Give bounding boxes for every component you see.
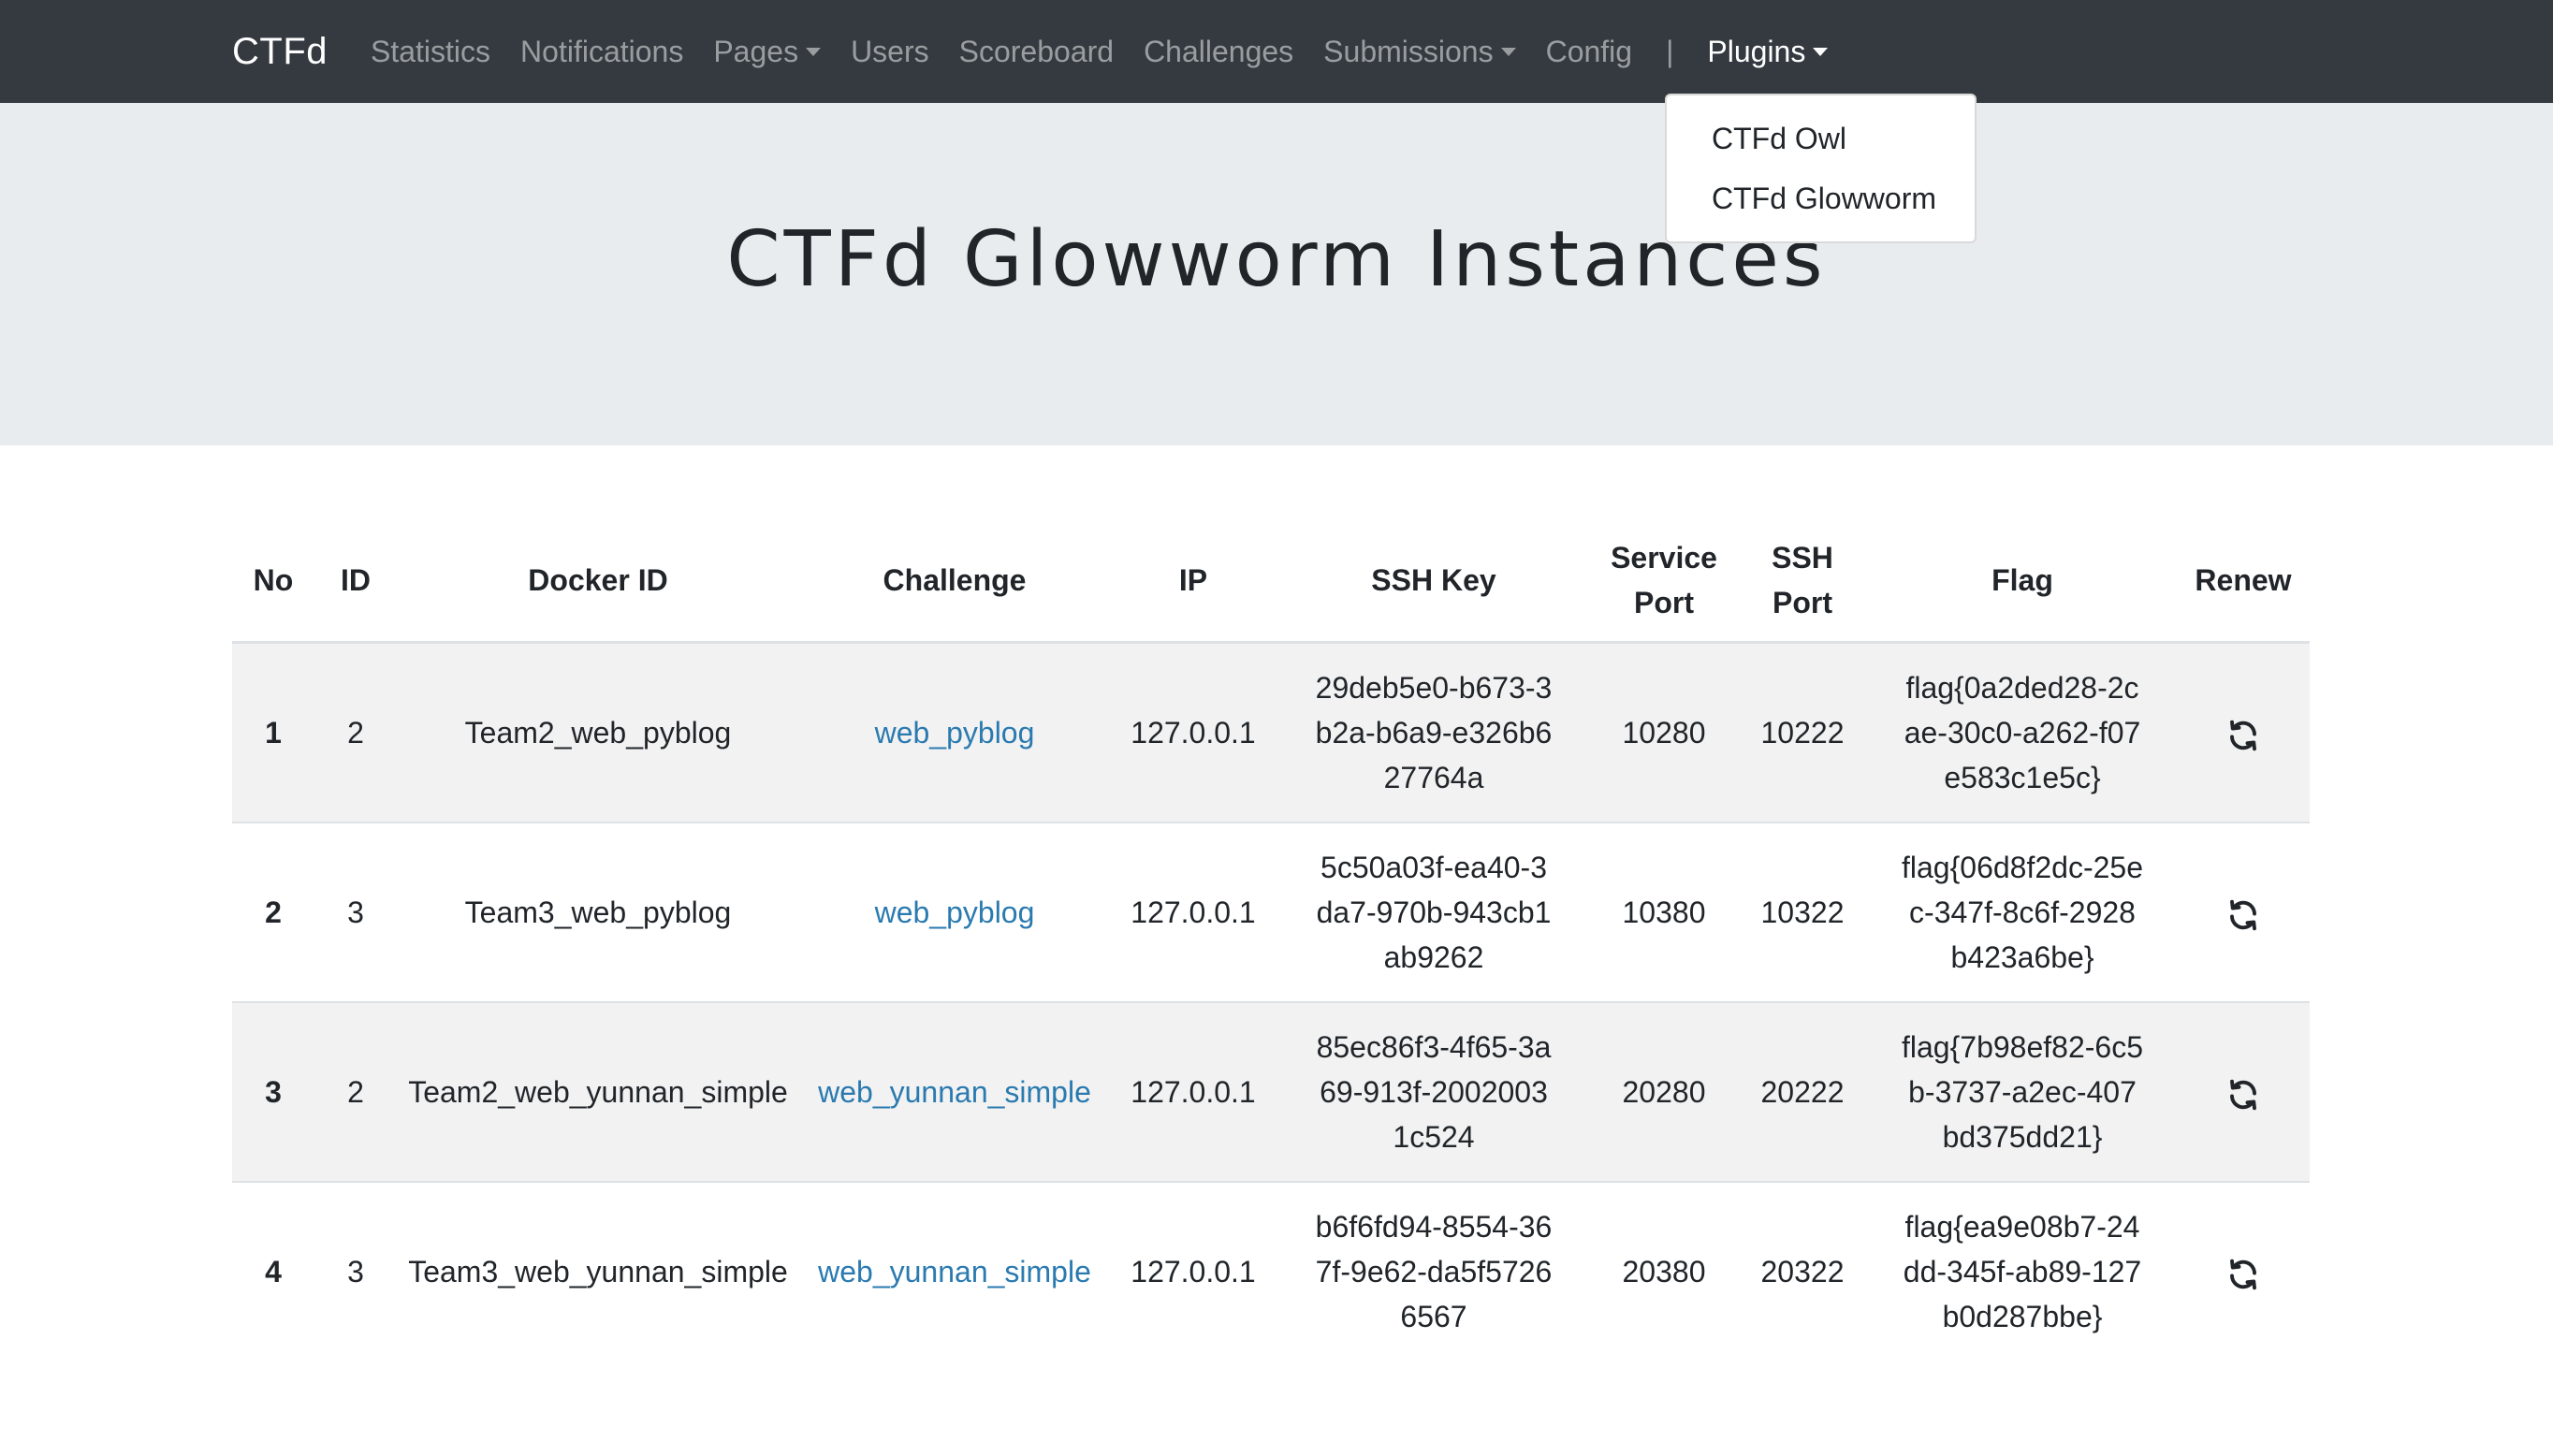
- cell-flag: flag{0a2ded28-2cae-30c0-a262-f07e583c1e5…: [1868, 641, 2177, 823]
- cell-docker-id: Team3_web_yunnan_simple: [397, 1181, 799, 1361]
- nav-label: Users: [851, 34, 929, 68]
- cell-id: 3: [314, 1181, 397, 1361]
- cell-ssh-port: 20322: [1737, 1181, 1868, 1361]
- cell-flag: flag{06d8f2dc-25ec-347f-8c6f-2928b423a6b…: [1868, 822, 2177, 1002]
- cell-docker-id: Team3_web_pyblog: [397, 822, 799, 1002]
- cell-ssh-key: b6f6fd94-8554-367f-9e62-da5f57266567: [1276, 1181, 1591, 1361]
- cell-ip: 127.0.0.1: [1110, 641, 1276, 823]
- nav-label: Statistics: [371, 34, 491, 68]
- navbar: CTFd Statistics Notifications Pages User…: [0, 0, 2553, 103]
- cell-service-port: 20280: [1591, 1001, 1737, 1182]
- nav-users[interactable]: Users: [836, 35, 944, 69]
- nav-label: Submissions: [1323, 34, 1494, 68]
- challenge-link[interactable]: web_yunnan_simple: [818, 1075, 1091, 1109]
- cell-flag: flag{7b98ef82-6c5b-3737-a2ec-407bd375dd2…: [1868, 1001, 2177, 1182]
- dropdown-item-ctfd-glowworm[interactable]: CTFd Glowworm: [1667, 168, 1975, 228]
- nav-submissions-dropdown[interactable]: Submissions: [1308, 35, 1530, 69]
- cell-id: 3: [314, 822, 397, 1002]
- refresh-icon[interactable]: [2226, 1258, 2260, 1291]
- cell-ssh-port: 10322: [1737, 822, 1868, 1002]
- nav-label: Notifications: [520, 34, 684, 68]
- cell-id: 2: [314, 1001, 397, 1182]
- challenge-link[interactable]: web_pyblog: [875, 895, 1035, 929]
- cell-renew: [2177, 1001, 2310, 1182]
- cell-no: 2: [232, 822, 314, 1002]
- header-service-port: Service Port: [1591, 519, 1737, 644]
- nav-label: Config: [1545, 34, 1633, 68]
- cell-service-port: 10380: [1591, 822, 1737, 1002]
- caret-down-icon: [806, 47, 822, 56]
- header-flag: Flag: [1868, 519, 2177, 644]
- cell-ssh-key: 29deb5e0-b673-3b2a-b6a9-e326b627764a: [1276, 641, 1591, 823]
- header-ssh-port: SSH Port: [1737, 519, 1868, 644]
- cell-ssh-key: 85ec86f3-4f65-3a69-913f-20020031c524: [1276, 1001, 1591, 1182]
- cell-no: 4: [232, 1181, 314, 1361]
- cell-ssh-port: 20222: [1737, 1001, 1868, 1182]
- cell-service-port: 10280: [1591, 641, 1737, 823]
- caret-down-icon: [1500, 47, 1516, 56]
- caret-down-icon: [1813, 47, 1829, 56]
- refresh-icon[interactable]: [2226, 719, 2260, 752]
- cell-ip: 127.0.0.1: [1110, 822, 1276, 1002]
- nav-label: Pages: [713, 34, 799, 68]
- cell-ip: 127.0.0.1: [1110, 1181, 1276, 1361]
- header-id: ID: [314, 519, 397, 644]
- table-row: 3 2 Team2_web_yunnan_simple web_yunnan_s…: [232, 1001, 2310, 1182]
- cell-renew: [2177, 822, 2310, 1002]
- table-body: 1 2 Team2_web_pyblog web_pyblog 127.0.0.…: [232, 641, 2310, 1361]
- nav-config[interactable]: Config: [1531, 35, 1648, 69]
- cell-ssh-port: 10222: [1737, 641, 1868, 823]
- table-header-row: No ID Docker ID Challenge IP SSH Key Ser…: [232, 519, 2310, 644]
- page-title: CTFd Glowworm Instances: [726, 215, 1827, 304]
- table-row: 2 3 Team3_web_pyblog web_pyblog 127.0.0.…: [232, 822, 2310, 1002]
- cell-renew: [2177, 1181, 2310, 1361]
- nav-plugins-dropdown[interactable]: Plugins: [1692, 35, 1843, 69]
- cell-renew: [2177, 641, 2310, 823]
- jumbotron: CTFd Glowworm Instances: [0, 103, 2553, 445]
- nav-label: Plugins: [1707, 34, 1806, 68]
- nav-pages-dropdown[interactable]: Pages: [698, 35, 836, 69]
- cell-flag: flag{ea9e08b7-24dd-345f-ab89-127b0d287bb…: [1868, 1181, 2177, 1361]
- refresh-icon[interactable]: [2226, 898, 2260, 932]
- nav-container: CTFd Statistics Notifications Pages User…: [232, 0, 1843, 103]
- plugins-dropdown-menu: CTFd Owl CTFd Glowworm: [1665, 94, 1977, 243]
- dropdown-item-ctfd-owl[interactable]: CTFd Owl: [1667, 109, 1975, 168]
- refresh-icon[interactable]: [2226, 1078, 2260, 1112]
- cell-challenge: web_pyblog: [799, 822, 1110, 1002]
- challenge-link[interactable]: web_yunnan_simple: [818, 1255, 1091, 1289]
- table-row: 4 3 Team3_web_yunnan_simple web_yunnan_s…: [232, 1181, 2310, 1361]
- nav-scoreboard[interactable]: Scoreboard: [944, 35, 1129, 69]
- table-row: 1 2 Team2_web_pyblog web_pyblog 127.0.0.…: [232, 641, 2310, 823]
- cell-challenge: web_yunnan_simple: [799, 1001, 1110, 1182]
- nav-statistics[interactable]: Statistics: [356, 35, 505, 69]
- cell-docker-id: Team2_web_yunnan_simple: [397, 1001, 799, 1182]
- cell-docker-id: Team2_web_pyblog: [397, 641, 799, 823]
- cell-no: 3: [232, 1001, 314, 1182]
- nav-notifications[interactable]: Notifications: [505, 35, 698, 69]
- brand-logo[interactable]: CTFd: [232, 31, 328, 73]
- cell-service-port: 20380: [1591, 1181, 1737, 1361]
- header-docker-id: Docker ID: [397, 519, 799, 644]
- header-no: No: [232, 519, 314, 644]
- nav-label: Challenges: [1144, 34, 1294, 68]
- cell-id: 2: [314, 641, 397, 823]
- header-ip: IP: [1110, 519, 1276, 644]
- instances-table: No ID Docker ID Challenge IP SSH Key Ser…: [232, 519, 2310, 1361]
- challenge-link[interactable]: web_pyblog: [875, 716, 1035, 750]
- cell-challenge: web_pyblog: [799, 641, 1110, 823]
- cell-no: 1: [232, 641, 314, 823]
- header-ssh-key: SSH Key: [1276, 519, 1591, 644]
- header-renew: Renew: [2177, 519, 2310, 644]
- nav-separator: |: [1666, 34, 1674, 68]
- cell-ssh-key: 5c50a03f-ea40-3da7-970b-943cb1ab9262: [1276, 822, 1591, 1002]
- nav-challenges[interactable]: Challenges: [1129, 35, 1308, 69]
- cell-ip: 127.0.0.1: [1110, 1001, 1276, 1182]
- cell-challenge: web_yunnan_simple: [799, 1181, 1110, 1361]
- header-challenge: Challenge: [799, 519, 1110, 644]
- nav-label: Scoreboard: [958, 34, 1115, 68]
